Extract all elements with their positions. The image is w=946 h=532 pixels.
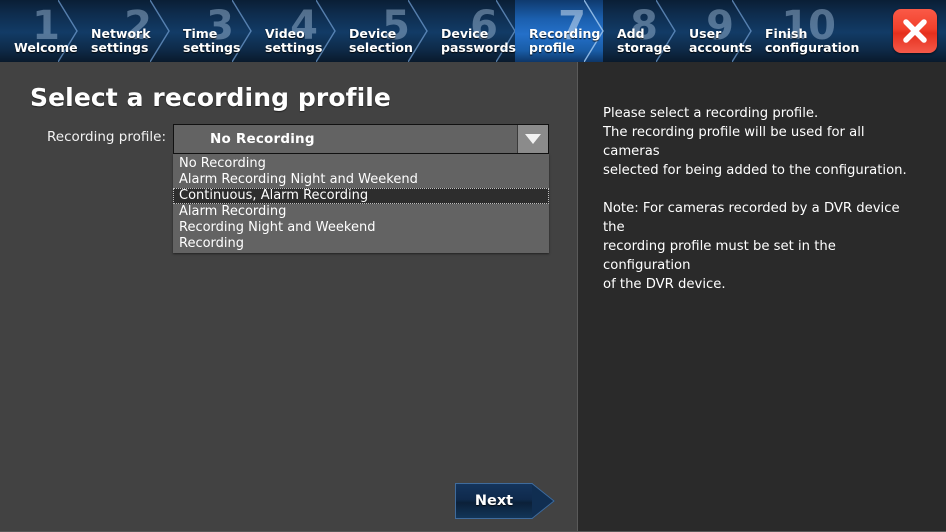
recording-profile-option[interactable]: Continuous, Alarm Recording <box>173 188 549 204</box>
next-button[interactable]: Next <box>455 483 555 519</box>
recording-profile-option[interactable]: Recording Night and Weekend <box>173 220 549 236</box>
help-note-line-1: Note: For cameras recorded by a DVR devi… <box>603 201 900 235</box>
close-x-icon <box>903 19 927 43</box>
wizard-step-label: Time settings <box>183 26 241 55</box>
close-button[interactable] <box>893 9 937 53</box>
chevron-down-icon[interactable] <box>517 125 548 153</box>
recording-profile-option[interactable]: Recording <box>173 236 549 252</box>
wizard-step-label: Network settings <box>91 26 151 55</box>
recording-profile-option[interactable]: No Recording <box>173 156 549 172</box>
help-note-line-3: of the DVR device. <box>603 277 726 292</box>
wizard-step-label: User accounts <box>689 26 753 55</box>
next-button-label: Next <box>474 493 514 509</box>
wizard-step-2[interactable]: 2 Network settings <box>77 0 170 62</box>
wizard-step-label: Device selection <box>349 26 413 55</box>
wizard-step-list: 1 Welcome 2 Network settings 3 Time settings 4… <box>0 0 859 62</box>
wizard-step-label: Recording profile <box>529 26 601 55</box>
wizard-step-label: Finish configuration <box>765 26 860 55</box>
wizard-step-8[interactable]: 8 Add storage <box>603 0 676 62</box>
help-line-2: The recording profile will be used for a… <box>603 125 865 159</box>
wizard-step-6[interactable]: 6 Device passwords <box>427 0 516 62</box>
help-panel: Please select a recording profile. The r… <box>579 62 946 531</box>
wizard-step-separator-icon <box>150 0 170 62</box>
wizard-window: 1 Welcome 2 Network settings 3 Time settings 4… <box>0 0 946 532</box>
wizard-step-label: Video settings <box>265 26 323 55</box>
help-line-3: selected for being added to the configur… <box>603 163 907 178</box>
wizard-step-7[interactable]: 7 Recording profile <box>515 0 604 62</box>
wizard-step-label: Device passwords <box>441 26 516 55</box>
wizard-step-10[interactable]: 10 Finish configuration <box>751 0 859 62</box>
recording-profile-option[interactable]: Alarm Recording Night and Weekend <box>173 172 549 188</box>
recording-profile-label: Recording profile: <box>46 129 166 145</box>
recording-profile-combobox[interactable]: No Recording <box>173 124 549 154</box>
wizard-step-3[interactable]: 3 Time settings <box>169 0 252 62</box>
wizard-step-nav: 1 Welcome 2 Network settings 3 Time settings 4… <box>0 0 946 62</box>
recording-profile-row: Recording profile: No Recording <box>0 124 578 156</box>
help-note-line-2: recording profile must be set in the con… <box>603 239 836 273</box>
wizard-step-4[interactable]: 4 Video settings <box>251 0 336 62</box>
help-paragraph-gap <box>603 180 925 199</box>
main-content-panel: Select a recording profile Recording pro… <box>0 62 578 531</box>
chevron-down-glyph <box>525 134 541 144</box>
wizard-step-5[interactable]: 5 Device selection <box>335 0 428 62</box>
wizard-step-9[interactable]: 9 User accounts <box>675 0 753 62</box>
wizard-step-1[interactable]: 1 Welcome <box>0 0 78 62</box>
wizard-step-label: Welcome <box>14 40 78 55</box>
wizard-step-label: Add storage <box>617 26 672 55</box>
recording-profile-selected-value: No Recording <box>210 131 315 147</box>
help-text: Please select a recording profile. The r… <box>603 104 925 294</box>
help-line-1: Please select a recording profile. <box>603 106 819 121</box>
page-title: Select a recording profile <box>30 83 391 112</box>
recording-profile-option[interactable]: Alarm Recording <box>173 204 549 220</box>
recording-profile-dropdown-list[interactable]: No Recording Alarm Recording Night and We… <box>173 154 549 253</box>
next-button-arrow-tip <box>532 483 555 519</box>
